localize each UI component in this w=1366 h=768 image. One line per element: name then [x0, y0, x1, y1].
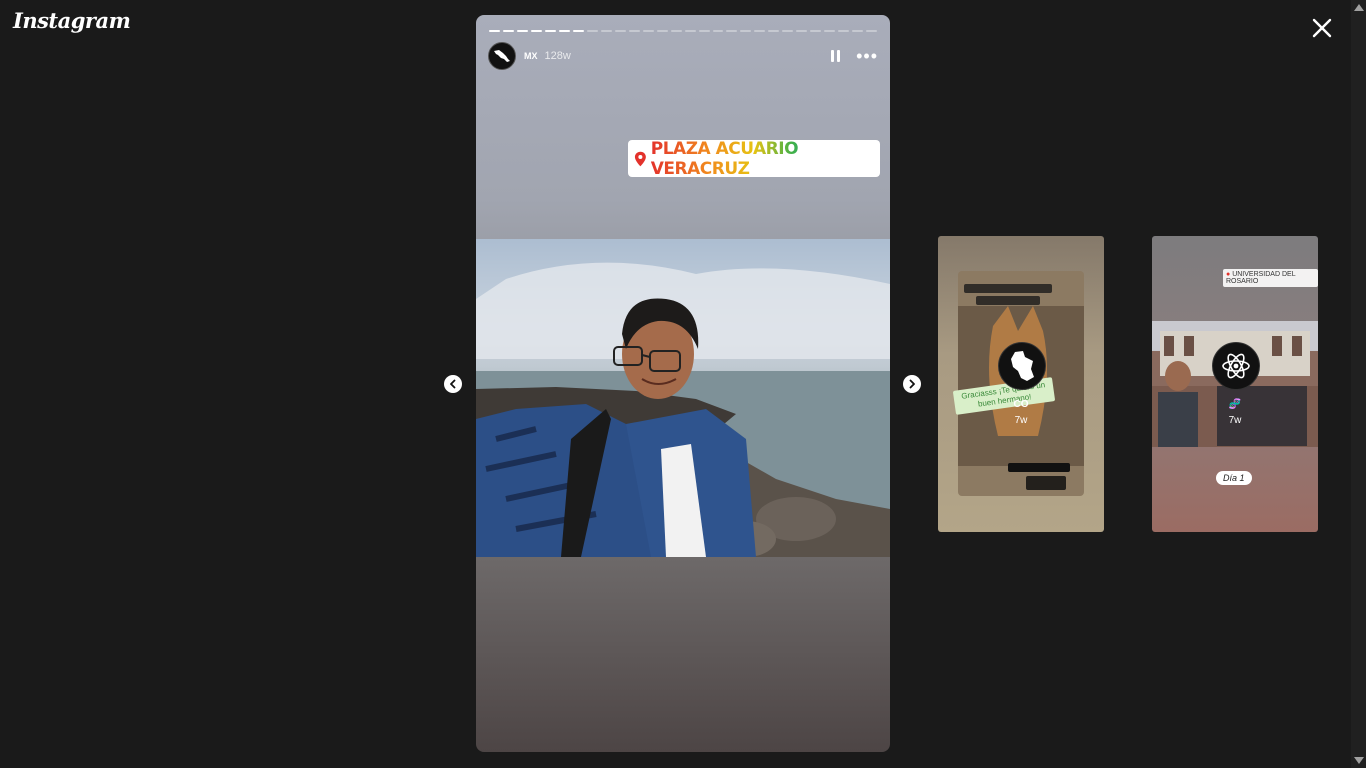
story-preview-2[interactable]: ● UNIVERSIDAD DEL ROSARIO Día 1 🧬 7w [1152, 236, 1318, 532]
preview-2-location-text: UNIVERSIDAD DEL ROSARIO [1226, 271, 1296, 285]
preview-2-age: 7w [1228, 415, 1242, 426]
story-progress-segment [516, 30, 528, 32]
pause-icon [830, 50, 834, 62]
story-progress-segment [544, 30, 556, 32]
story-progress-segment [810, 30, 822, 32]
instagram-logo[interactable]: Instagram [13, 8, 131, 33]
story-progress-segment [782, 30, 794, 32]
story-progress-segment [754, 30, 766, 32]
story-progress-segment [698, 30, 710, 32]
next-story-button[interactable] [903, 375, 921, 393]
story-avatar[interactable] [488, 42, 516, 70]
previous-story-button[interactable] [444, 375, 462, 393]
close-button[interactable] [1309, 15, 1335, 41]
mexico-map-icon [494, 50, 510, 62]
selfie-photo-illustration [476, 239, 890, 557]
story-progress-segment [712, 30, 724, 32]
story-progress-segment [838, 30, 850, 32]
preview-2-location-sticker: ● UNIVERSIDAD DEL ROSARIO [1223, 269, 1318, 287]
chevron-right-icon [909, 379, 915, 389]
story-username[interactable]: MX [524, 51, 538, 61]
story-progress-segment [530, 30, 542, 32]
story-progress-segment [852, 30, 864, 32]
more-options-icon: ••• [856, 46, 878, 66]
preview-1-age: 7w [1014, 415, 1028, 426]
scroll-down-arrow[interactable] [1354, 757, 1364, 764]
story-progress-segment [586, 30, 598, 32]
story-progress-segment [558, 30, 570, 32]
story-progress-segment [824, 30, 836, 32]
location-pin-icon [634, 151, 646, 166]
story-photo [476, 239, 890, 557]
more-options-button[interactable]: ••• [856, 46, 878, 66]
story-progress-segment [684, 30, 696, 32]
location-pin-icon: ● [1226, 271, 1231, 278]
story-progress-segment [628, 30, 640, 32]
story-progress-segment [614, 30, 626, 32]
preview-1-username: CO [1013, 399, 1029, 410]
chevron-left-icon [450, 379, 456, 389]
story-progress-segment [502, 30, 514, 32]
story-viewer[interactable]: MX 128w ••• PLAZA ACUARIO VERACRUZ [476, 15, 890, 752]
preview-2-avatar [1212, 342, 1260, 390]
story-progress-segment [600, 30, 612, 32]
story-age: 128w [544, 50, 571, 62]
story-progress-segment [656, 30, 668, 32]
location-sticker-text: PLAZA ACUARIO VERACRUZ [651, 139, 880, 179]
close-icon [1312, 18, 1332, 38]
scrollbar[interactable] [1351, 0, 1366, 768]
story-progress-segment [642, 30, 654, 32]
colombia-map-icon [1011, 351, 1034, 381]
story-preview-1[interactable]: Graciasss ¡Te quiero un buen hermano! CO… [938, 236, 1104, 532]
story-progress-bar [489, 30, 878, 32]
story-progress-segment [768, 30, 780, 32]
story-progress-segment [740, 30, 752, 32]
story-header: MX 128w ••• [488, 42, 878, 70]
preview-2-username: 🧬 [1228, 399, 1242, 410]
preview-2-caption: Día 1 [1216, 471, 1252, 485]
atom-icon [1222, 353, 1250, 379]
pause-button[interactable] [828, 49, 842, 63]
story-progress-segment [489, 30, 500, 32]
story-progress-segment [572, 30, 584, 32]
story-progress-segment [796, 30, 808, 32]
preview-1-avatar [998, 342, 1046, 390]
scroll-up-arrow[interactable] [1354, 4, 1364, 11]
story-progress-segment [670, 30, 682, 32]
story-progress-segment [866, 30, 878, 32]
story-progress-segment [726, 30, 738, 32]
location-sticker[interactable]: PLAZA ACUARIO VERACRUZ [628, 139, 880, 179]
